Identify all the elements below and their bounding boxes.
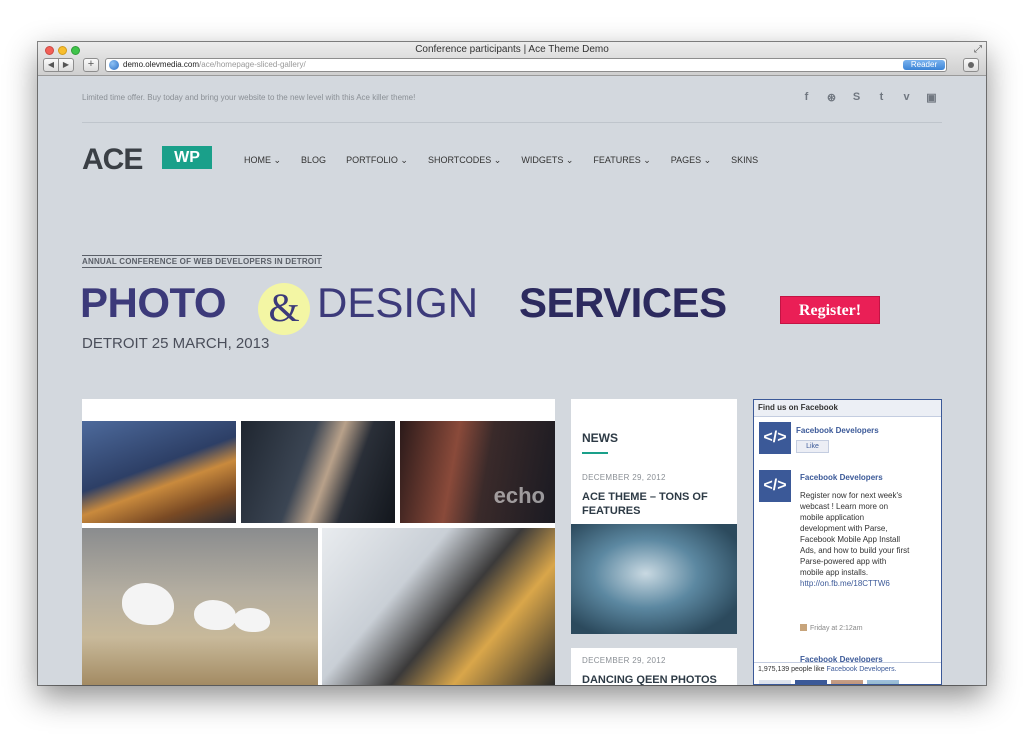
dribbble-icon[interactable]: ⊛ xyxy=(825,91,838,104)
header-divider xyxy=(82,122,942,123)
web-page: Limited time offer. Buy today and bring … xyxy=(38,77,986,685)
main-navigation: HOME ⌄ BLOG PORTFOLIO ⌄ SHORTCODES ⌄ WID… xyxy=(244,155,758,166)
forward-button[interactable]: ▶ xyxy=(58,58,74,72)
facebook-post-time[interactable]: Friday at 2:12am xyxy=(800,624,863,632)
banner-word-design: DESIGN xyxy=(317,279,479,326)
nav-shortcodes[interactable]: SHORTCODES ⌄ xyxy=(428,155,501,166)
horse-shape xyxy=(122,583,174,625)
news-heading: NEWS xyxy=(582,431,618,445)
browser-window: Conference participants | Ace Theme Demo… xyxy=(38,42,986,685)
fan-avatar[interactable] xyxy=(831,680,863,684)
nav-home[interactable]: HOME ⌄ xyxy=(244,155,281,166)
address-bar[interactable]: demo.olevmedia.com/ace/homepage-sliced-g… xyxy=(105,58,947,72)
facebook-likes-page-link[interactable]: Facebook Developers. xyxy=(827,666,897,673)
vimeo-icon[interactable]: v xyxy=(900,91,913,104)
twitter-icon[interactable]: t xyxy=(875,91,888,104)
reader-button[interactable]: Reader xyxy=(903,60,945,70)
facebook-post-author[interactable]: Facebook Developers xyxy=(800,473,883,482)
banner-tagline: ANNUAL CONFERENCE OF WEB DEVELOPERS IN D… xyxy=(82,255,322,268)
gallery-photo-dancers[interactable] xyxy=(322,528,555,685)
facebook-post-text: Register now for next week's webcast ! L… xyxy=(800,490,910,589)
news-title-link[interactable]: ACE THEME – TONS OF FEATURES xyxy=(582,490,727,518)
news-title-link[interactable]: DANCING QEEN PHOTOS FOR THE MAGAZINE xyxy=(582,673,727,685)
url-domain: demo.olevmedia.com xyxy=(123,60,200,69)
facebook-post-avatar-icon[interactable]: </> xyxy=(759,470,791,502)
nav-skins[interactable]: SKINS xyxy=(731,155,758,166)
promo-text: Limited time offer. Buy today and bring … xyxy=(82,93,416,102)
gallery-photo-colosseum[interactable] xyxy=(82,421,236,523)
facebook-likes-count: 1,975,139 people like xyxy=(758,666,825,673)
news-heading-underline xyxy=(582,452,608,454)
back-button[interactable]: ◀ xyxy=(43,58,59,72)
news-separator xyxy=(571,634,737,648)
title-bar: Conference participants | Ace Theme Demo… xyxy=(38,42,986,76)
url-text[interactable]: demo.olevmedia.com/ace/homepage-sliced-g… xyxy=(123,60,306,69)
register-button[interactable]: Register! xyxy=(780,296,880,324)
add-bookmark-button[interactable]: + xyxy=(83,58,99,72)
facebook-fan-faces xyxy=(759,680,899,684)
horse-shape xyxy=(194,600,236,630)
window-title: Conference participants | Ace Theme Demo xyxy=(415,44,609,55)
nav-pages[interactable]: PAGES ⌄ xyxy=(671,155,711,166)
nav-blog[interactable]: BLOG xyxy=(301,155,326,166)
banner-ampersand: & xyxy=(258,283,310,335)
skype-icon[interactable]: S xyxy=(850,91,863,104)
youtube-icon[interactable]: ▣ xyxy=(925,91,938,104)
facebook-widget: Find us on Facebook </> Facebook Develop… xyxy=(753,399,942,685)
fan-avatar[interactable] xyxy=(759,680,791,684)
news-date: DECEMBER 29, 2012 xyxy=(582,656,666,665)
facebook-widget-header: Find us on Facebook xyxy=(754,400,941,417)
echo-watermark: echo xyxy=(493,483,545,508)
url-path: /ace/homepage-sliced-gallery/ xyxy=(199,60,306,69)
facebook-like-button[interactable]: Like xyxy=(796,440,829,453)
banner-date: DETROIT 25 MARCH, 2013 xyxy=(82,335,270,352)
fan-avatar[interactable] xyxy=(867,680,899,684)
nav-portfolio[interactable]: PORTFOLIO ⌄ xyxy=(346,155,408,166)
nav-features[interactable]: FEATURES ⌄ xyxy=(593,155,650,166)
banner-word-photo: PHOTO xyxy=(80,279,227,326)
fan-avatar[interactable] xyxy=(795,680,827,684)
facebook-post-body: Register now for next week's webcast ! L… xyxy=(800,491,910,577)
facebook-post-link[interactable]: http://on.fb.me/18CTTW6 xyxy=(800,579,890,588)
fullscreen-icon[interactable]: ⤢ xyxy=(974,44,982,55)
nav-widgets[interactable]: WIDGETS ⌄ xyxy=(521,155,573,166)
banner-word-services: SERVICES xyxy=(519,279,727,326)
horse-shape xyxy=(234,608,270,632)
globe-icon xyxy=(109,60,119,70)
photo-gallery: echo xyxy=(82,399,555,685)
news-image-woman[interactable] xyxy=(571,524,737,634)
news-date: DECEMBER 29, 2012 xyxy=(582,473,666,482)
news-widget: NEWS DECEMBER 29, 2012 ACE THEME – TONS … xyxy=(571,399,737,685)
facebook-icon[interactable]: f xyxy=(800,91,813,104)
gallery-photo-horses[interactable] xyxy=(82,528,318,685)
downloads-button[interactable] xyxy=(963,58,979,72)
facebook-developers-logo-icon[interactable]: </> xyxy=(759,422,791,454)
logo-badge[interactable]: WP xyxy=(162,146,212,169)
gallery-photo-echo[interactable]: echo xyxy=(400,421,555,523)
site-logo[interactable]: ACE xyxy=(82,143,143,177)
social-links: f ⊛ S t v ▣ xyxy=(800,91,938,104)
facebook-page-name[interactable]: Facebook Developers xyxy=(796,426,879,435)
gallery-photo-group[interactable] xyxy=(241,421,395,523)
